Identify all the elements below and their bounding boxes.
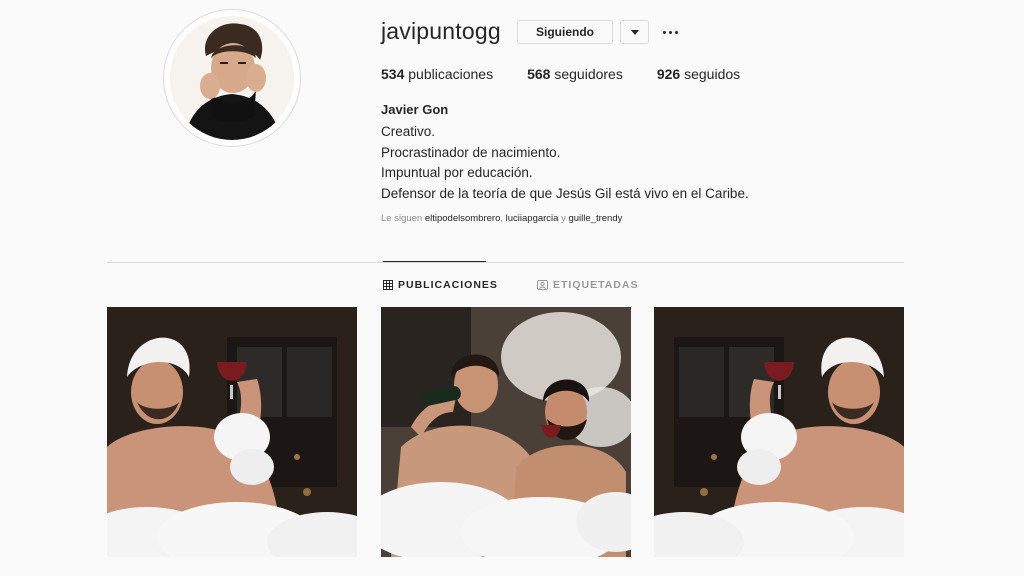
following-stat[interactable]: 926 seguidos bbox=[657, 66, 740, 82]
bio-line: Defensor de la teoría de que Jesús Gil e… bbox=[381, 185, 749, 201]
post-thumbnail[interactable] bbox=[107, 307, 357, 557]
followed-by-account[interactable]: guille_trendy bbox=[568, 213, 622, 224]
suggestions-dropdown-button[interactable] bbox=[620, 20, 649, 44]
post-thumbnail[interactable] bbox=[381, 307, 631, 557]
followed-by: Le siguen eltipodelsombrero, luciiapgarc… bbox=[381, 213, 622, 224]
tab-posts-label: PUBLICACIONES bbox=[398, 279, 498, 291]
followed-by-conjunction: y bbox=[558, 213, 569, 224]
following-button[interactable]: Siguiendo bbox=[517, 20, 613, 44]
caret-down-icon bbox=[630, 29, 639, 35]
profile-stats: 534 publicaciones 568 seguidores 926 seg… bbox=[381, 66, 774, 82]
posts-label: publicaciones bbox=[408, 66, 494, 82]
active-tab-indicator bbox=[383, 261, 486, 262]
following-count: 926 bbox=[656, 66, 681, 82]
followed-by-account[interactable]: eltipodelsombrero bbox=[425, 213, 501, 224]
profile-username: javipuntogg bbox=[381, 18, 501, 44]
posts-count: 534 bbox=[381, 66, 405, 82]
tagged-icon bbox=[537, 280, 548, 290]
followed-by-prefix: Le siguen bbox=[381, 213, 423, 224]
profile-page: javipuntogg Siguiendo 534 publicaciones … bbox=[0, 0, 1024, 576]
posts-stat: 534 publicaciones bbox=[381, 66, 493, 82]
followers-count: 568 bbox=[527, 66, 551, 82]
following-label: seguidos bbox=[684, 66, 741, 82]
grid-icon bbox=[383, 280, 393, 290]
followers-label: seguidores bbox=[554, 66, 623, 82]
profile-avatar[interactable] bbox=[163, 9, 301, 147]
profile-full-name: Javier Gon bbox=[381, 102, 449, 117]
avatar-photo bbox=[170, 16, 294, 140]
tabs-divider bbox=[107, 262, 904, 263]
followers-stat[interactable]: 568 seguidores bbox=[527, 66, 623, 82]
post-image bbox=[107, 307, 357, 557]
tab-posts[interactable]: PUBLICACIONES bbox=[383, 279, 498, 291]
followed-by-account[interactable]: luciiapgarcia bbox=[506, 213, 559, 224]
tab-tagged-label: ETIQUETADAS bbox=[553, 279, 639, 291]
tab-tagged[interactable]: ETIQUETADAS bbox=[537, 279, 638, 291]
bio-line: Procrastinador de nacimiento. bbox=[381, 144, 561, 160]
bio-line: Creativo. bbox=[381, 124, 436, 139]
post-image bbox=[654, 307, 904, 557]
more-options-icon[interactable] bbox=[660, 20, 680, 44]
avatar-illustration bbox=[170, 16, 294, 140]
post-image bbox=[381, 307, 631, 557]
post-thumbnail[interactable] bbox=[654, 307, 904, 557]
bio-line: Impuntual por educación. bbox=[381, 165, 533, 180]
profile-bio: Creativo. Procrastinador de nacimiento. … bbox=[381, 122, 749, 204]
